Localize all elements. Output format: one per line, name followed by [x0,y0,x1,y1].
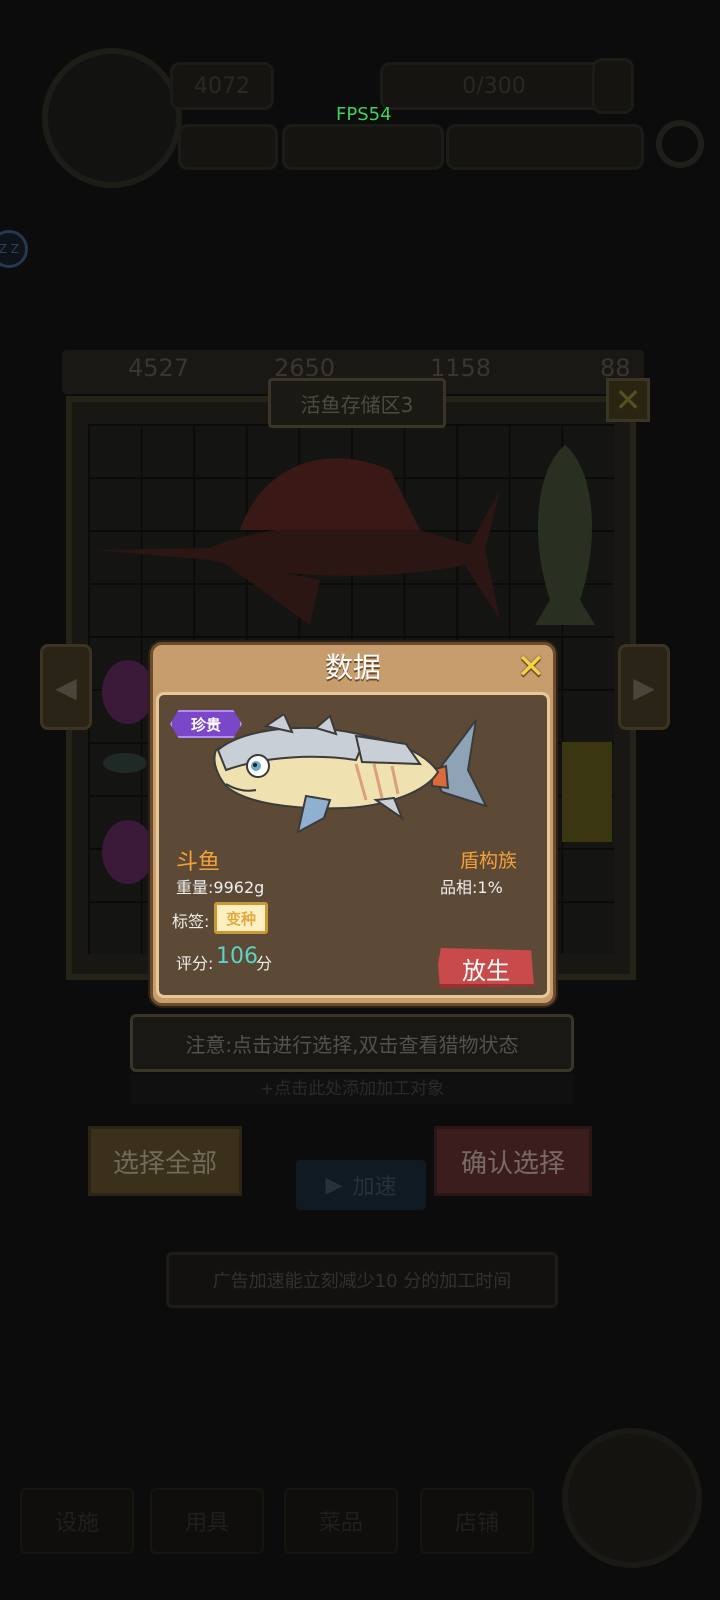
ad-speed-text: 广告加速能立刻减少10 分的加工时间 [166,1252,558,1308]
fish-quality: 品相:1% [440,874,503,898]
hud-slot-2[interactable] [282,124,444,170]
video-camera-icon: ▶ [325,1172,343,1198]
purple-fish-1[interactable] [96,652,156,732]
go-out-button[interactable] [562,1428,702,1568]
score-label: 评分: [176,954,214,973]
gear-icon[interactable] [656,120,704,168]
tab-dishes[interactable]: 菜品 [284,1488,398,1554]
hud-slot-1[interactable] [178,124,278,170]
player-avatar[interactable] [42,48,182,188]
tag-chip-mutant[interactable]: 变种 [214,902,268,934]
chevron-left-icon: ◀ [55,670,77,704]
tag-label: 标签: [172,912,210,931]
coin-counter: 4072 [170,62,274,110]
fps-counter: FPS54 [336,104,392,125]
hud-slot-3[interactable] [446,124,644,170]
purple-fish-2[interactable] [96,812,156,892]
fish-clan: 盾构族 [460,850,518,872]
release-button[interactable]: 放生 [438,948,534,988]
sleep-bubble-icon[interactable]: Z Z [0,230,28,268]
yellow-item[interactable] [562,742,612,842]
fish-name: 斗鱼 [176,850,221,875]
tab-facilities[interactable]: 设施 [20,1488,134,1554]
chevron-right-icon: ▶ [633,670,655,704]
armored-fish-image [213,714,488,834]
energy-counter: 0/300 [380,62,608,110]
confirm-selection-button[interactable]: 确认选择 [434,1126,592,1196]
speed-up-label: 加速 [352,1175,397,1200]
sailfish-silhouette[interactable] [90,430,510,630]
quality-label: 品相: [440,878,478,897]
add-processing-hint[interactable]: +点击此处添加加工对象 [130,1074,574,1104]
weight-label: 重量: [176,878,214,897]
small-fish[interactable] [100,748,150,778]
score-unit: 分 [256,954,273,973]
resource-value-1: 4527 [128,354,190,382]
storage-title: 活鱼存储区3 [268,378,446,428]
score-value: 106 [216,944,258,969]
green-fish-silhouette[interactable] [520,440,610,630]
close-icon[interactable]: ✕ [512,647,550,687]
next-page-button[interactable]: ▶ [618,644,670,730]
tab-tools[interactable]: 用具 [150,1488,264,1554]
storage-close-icon[interactable]: ✕ [606,378,650,422]
prev-page-button[interactable]: ◀ [40,644,92,730]
select-all-button[interactable]: 选择全部 [88,1126,242,1196]
speed-up-button[interactable]: ▶ 加速 [296,1160,426,1210]
notice-banner: 注意:点击进行选择,双击查看猎物状态 [130,1014,574,1072]
energy-value: 0/300 [462,73,526,99]
weight-value: 9962g [213,878,265,897]
battery-icon [592,58,634,114]
fish-weight: 重量:9962g [176,874,264,898]
coin-value: 4072 [194,73,250,99]
quality-value: 1% [477,878,503,897]
dialog-title: 数据 [324,651,381,684]
tab-shop[interactable]: 店铺 [420,1488,534,1554]
